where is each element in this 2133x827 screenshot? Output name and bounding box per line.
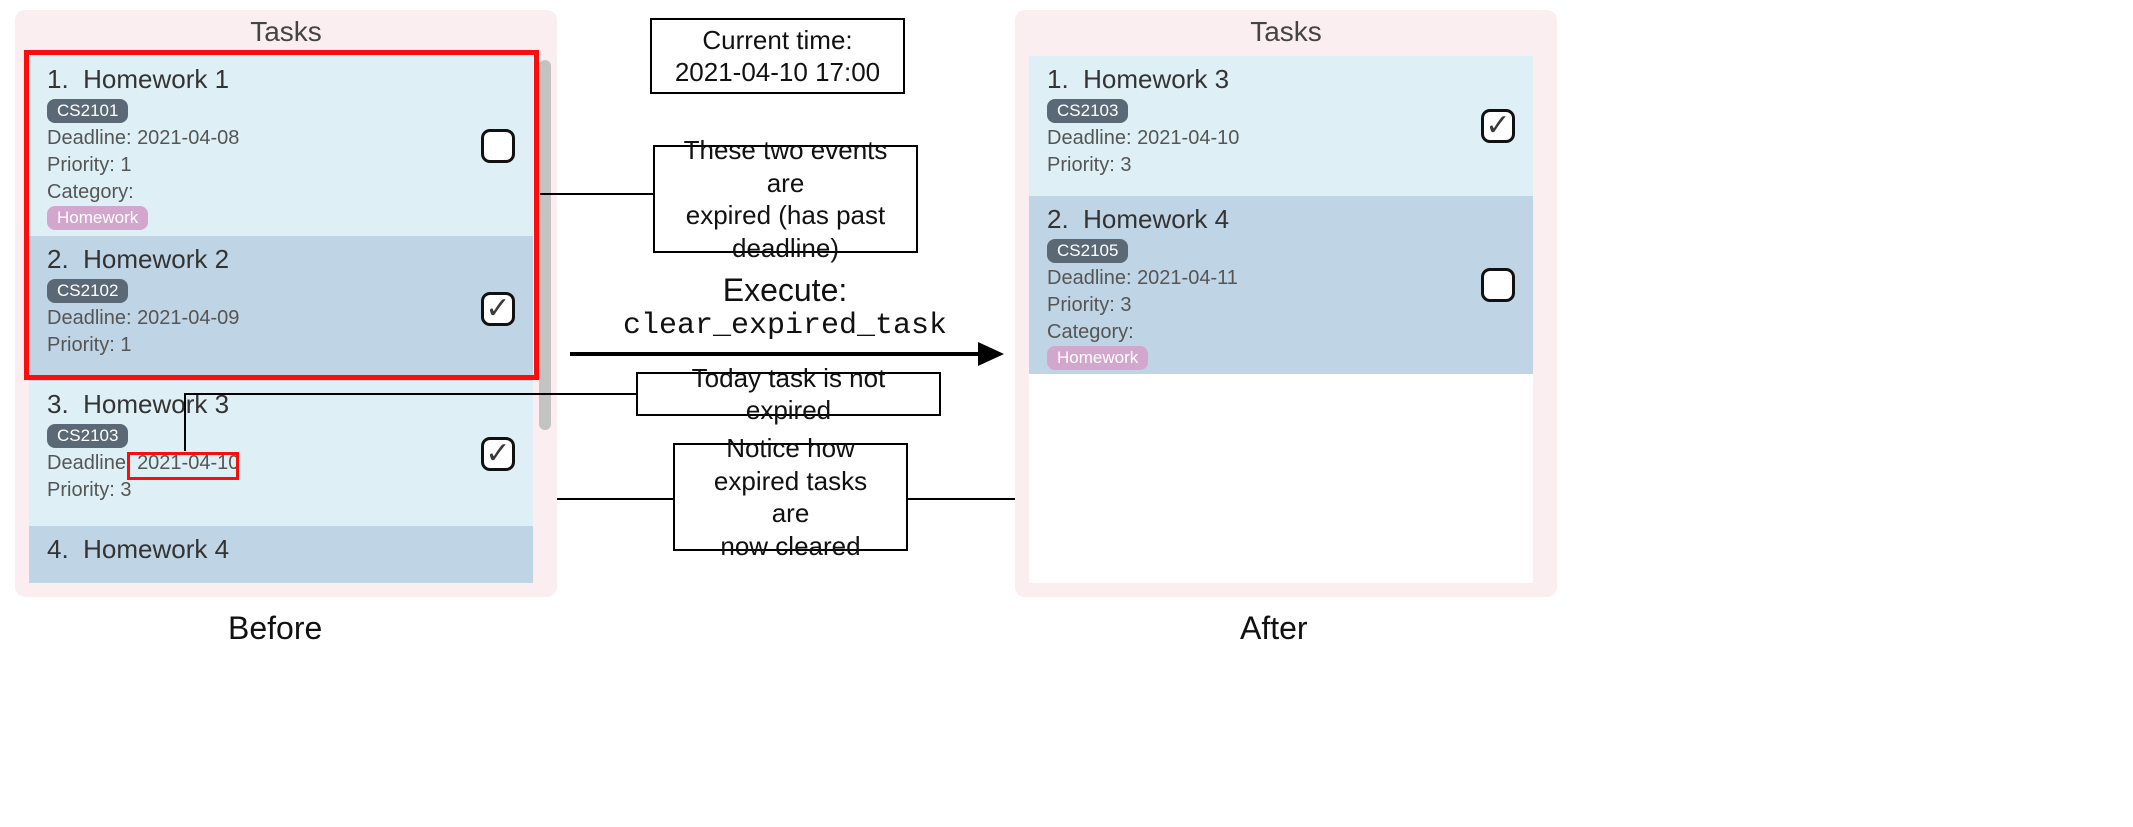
- task-row: 2. Homework 4 CS2105 Deadline: 2021-04-1…: [1029, 196, 1533, 374]
- task-deadline: Deadline: 2021-04-08: [47, 125, 463, 152]
- category-pill: Homework: [1047, 346, 1148, 370]
- task-deadline: Deadline: 2021-04-11: [1047, 265, 1463, 292]
- panel-title: Tasks: [15, 10, 557, 52]
- task-deadline: Deadline: 2021-04-10: [47, 450, 463, 477]
- annotation-today: Today task is not expired: [636, 372, 941, 416]
- task-list: 1. Homework 3 CS2103 Deadline: 2021-04-1…: [1029, 56, 1533, 583]
- execute-label: Execute: clear_expired_task: [575, 272, 995, 343]
- course-tag: CS2103: [1047, 99, 1128, 123]
- caption-before: Before: [228, 610, 322, 647]
- course-tag: CS2101: [47, 99, 128, 123]
- connector-line: [540, 193, 653, 195]
- caption-after: After: [1240, 610, 1308, 647]
- category-pill: Homework: [47, 206, 148, 230]
- task-title: 4. Homework 4: [47, 534, 463, 565]
- task-row: 3. Homework 3 CS2103 Deadline: 2021-04-1…: [29, 381, 533, 526]
- annotation-expired: These two events are expired (has past d…: [653, 145, 918, 253]
- tasks-panel-after: Tasks 1. Homework 3 CS2103 Deadline: 202…: [1015, 10, 1557, 597]
- task-row: 1. Homework 1 CS2101 Deadline: 2021-04-0…: [29, 56, 533, 236]
- task-title: 2. Homework 4: [1047, 204, 1463, 235]
- task-checkbox[interactable]: ✓: [481, 292, 515, 326]
- task-title: 1. Homework 1: [47, 64, 463, 95]
- connector-line: [557, 498, 673, 500]
- course-tag: CS2103: [47, 424, 128, 448]
- task-priority: Priority: 1: [47, 332, 463, 359]
- task-checkbox[interactable]: ✓: [481, 437, 515, 471]
- task-priority: Priority: 1: [47, 152, 463, 179]
- annotation-cleared: Notice how expired tasks are now cleared: [673, 443, 908, 551]
- task-deadline: Deadline: 2021-04-10: [1047, 125, 1463, 152]
- task-title: 2. Homework 2: [47, 244, 463, 275]
- task-deadline: Deadline: 2021-04-09: [47, 305, 463, 332]
- panel-title: Tasks: [1015, 10, 1557, 52]
- task-row: 1. Homework 3 CS2103 Deadline: 2021-04-1…: [1029, 56, 1533, 196]
- scrollbar[interactable]: [539, 60, 551, 430]
- task-row: 2. Homework 2 CS2102 Deadline: 2021-04-0…: [29, 236, 533, 381]
- task-category-label: Category:: [1047, 319, 1463, 346]
- connector-line: [184, 393, 636, 395]
- connector-line: [908, 498, 1015, 500]
- connector-line: [184, 393, 186, 451]
- course-tag: CS2105: [1047, 239, 1128, 263]
- task-title: 1. Homework 3: [1047, 64, 1463, 95]
- task-list: 1. Homework 1 CS2101 Deadline: 2021-04-0…: [29, 56, 533, 583]
- task-category-label: Category:: [47, 179, 463, 206]
- task-checkbox[interactable]: [481, 129, 515, 163]
- task-priority: Priority: 3: [1047, 292, 1463, 319]
- annotation-current-time: Current time: 2021-04-10 17:00: [650, 18, 905, 94]
- course-tag: CS2102: [47, 279, 128, 303]
- task-checkbox[interactable]: ✓: [1481, 109, 1515, 143]
- tasks-panel-before: Tasks 1. Homework 1 CS2101 Deadline: 202…: [15, 10, 557, 597]
- task-row: 4. Homework 4: [29, 526, 533, 583]
- arrow-line: [570, 352, 980, 356]
- task-priority: Priority: 3: [47, 477, 463, 504]
- task-checkbox[interactable]: [1481, 268, 1515, 302]
- arrow-head-icon: [978, 342, 1004, 366]
- task-priority: Priority: 3: [1047, 152, 1463, 179]
